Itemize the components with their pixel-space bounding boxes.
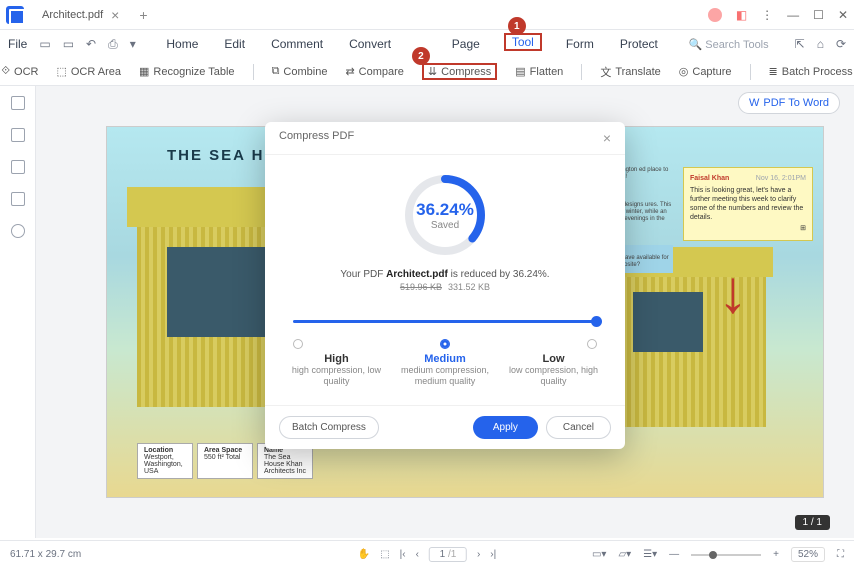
zoom-slider[interactable]	[691, 554, 761, 556]
tool-recognize[interactable]: ▦Recognize Table	[139, 65, 235, 78]
print-icon[interactable]: ⎙	[108, 37, 118, 52]
toolbar: ⟐OCR ⬚OCR Area ▦Recognize Table ⧉Combine…	[0, 58, 854, 86]
layout-mode-icon[interactable]: ☰▾	[643, 549, 657, 560]
menu-home[interactable]: Home	[164, 35, 200, 53]
page-input[interactable]: 1 /1	[429, 547, 467, 562]
bookmark-icon[interactable]	[11, 128, 25, 142]
batch-compress-button[interactable]: Batch Compress	[279, 416, 379, 439]
badge-2: 2	[412, 47, 430, 65]
progress-percent: 36.24%	[416, 200, 474, 220]
document-canvas[interactable]: WPDF To Word THE SEA HOUS off-grid retre…	[36, 86, 854, 538]
menu-edit[interactable]: Edit	[222, 35, 247, 53]
attachment-icon[interactable]	[11, 192, 25, 206]
maximize-icon[interactable]: ☐	[813, 8, 824, 22]
left-sidebar	[0, 86, 36, 538]
hand-tool-icon[interactable]: ✋	[358, 549, 370, 560]
page-dimensions: 61.71 x 29.7 cm	[10, 549, 81, 560]
opt-high[interactable]: Highhigh compression, low quality	[283, 353, 390, 387]
statusbar: 61.71 x 29.7 cm ✋ ⬚ |‹ ‹ 1 /1 › ›| ▭▾ ▱▾…	[0, 540, 854, 568]
select-tool-icon[interactable]: ⬚	[380, 549, 389, 560]
dialog-title: Compress PDF	[279, 130, 354, 146]
first-page-icon[interactable]: |‹	[400, 549, 406, 560]
menu-comment[interactable]: Comment	[269, 35, 325, 53]
cancel-button[interactable]: Cancel	[546, 416, 611, 439]
tool-capture[interactable]: ◎Capture	[679, 65, 732, 78]
undo-icon[interactable]: ↶	[86, 37, 96, 52]
close-tab-icon[interactable]: ×	[111, 7, 119, 23]
tab-filename: Architect.pdf	[42, 9, 103, 21]
tool-compare[interactable]: ⇄Compare	[345, 65, 403, 78]
apply-button[interactable]: Apply	[473, 416, 538, 439]
search-tools[interactable]: 🔍 Search Tools	[688, 38, 768, 51]
comment-panel-icon[interactable]	[11, 160, 25, 174]
menu-tool[interactable]: Tool	[504, 33, 542, 51]
open-icon[interactable]: ▭	[63, 37, 74, 52]
refresh-icon[interactable]: ⟳	[836, 37, 846, 51]
dialog-close-icon[interactable]: ×	[603, 130, 611, 146]
share-icon[interactable]: ⇱	[795, 37, 805, 51]
cloud-icon[interactable]: ⌂	[817, 37, 824, 51]
fullscreen-icon[interactable]: ⛶	[837, 549, 844, 560]
titlebar: Architect.pdf × + ◧ ⋮ — ☐ ✕	[0, 0, 854, 30]
app-icon	[6, 6, 24, 24]
opt-low[interactable]: Lowlow compression, high quality	[500, 353, 607, 387]
file-menu[interactable]: File	[8, 37, 27, 51]
view-mode-icon[interactable]: ▱▾	[618, 549, 631, 560]
last-page-icon[interactable]: ›|	[490, 549, 496, 560]
modal-overlay: Compress PDF × 36.24% Saved Your PDF Arc…	[36, 86, 854, 538]
new-tab-button[interactable]: +	[139, 7, 147, 23]
opt-medium[interactable]: Mediummedium compression, medium quality	[392, 353, 499, 387]
tool-translate[interactable]: 文Translate	[600, 64, 660, 80]
radio-medium[interactable]	[440, 339, 450, 349]
dropdown-icon[interactable]: ▾	[130, 37, 136, 52]
tool-compress[interactable]: ⇊Compress	[422, 63, 497, 80]
prev-page-icon[interactable]: ‹	[416, 549, 419, 560]
more-icon[interactable]: ⋮	[761, 8, 773, 22]
thumbnails-icon[interactable]	[11, 96, 25, 110]
menu-page[interactable]: Page	[450, 35, 482, 53]
progress-ring: 36.24% Saved	[401, 171, 489, 259]
close-window-icon[interactable]: ✕	[838, 8, 848, 22]
zoom-out-icon[interactable]: —	[669, 549, 679, 560]
compress-dialog: Compress PDF × 36.24% Saved Your PDF Arc…	[265, 122, 625, 449]
radio-low[interactable]	[587, 339, 597, 349]
radio-high[interactable]	[293, 339, 303, 349]
tool-flatten[interactable]: ▤Flatten	[515, 65, 563, 78]
tool-combine[interactable]: ⧉Combine	[272, 65, 328, 78]
badge-1: 1	[508, 17, 526, 35]
reduce-summary: Your PDF Architect.pdf is reduced by 36.…	[340, 269, 549, 280]
compression-slider[interactable]	[293, 320, 597, 323]
avatar-icon[interactable]	[708, 8, 722, 22]
tool-ocr-area[interactable]: ⬚OCR Area	[56, 65, 121, 78]
tool-ocr[interactable]: ⟐OCR	[1, 65, 38, 78]
menu-protect[interactable]: Protect	[618, 35, 660, 53]
zoom-value[interactable]: 52%	[791, 547, 825, 562]
progress-saved-label: Saved	[431, 220, 459, 231]
zoom-in-icon[interactable]: +	[773, 549, 779, 560]
size-comparison: 519.96 KB331.52 KB	[400, 282, 490, 292]
notification-icon[interactable]: ◧	[736, 8, 747, 22]
fit-mode-icon[interactable]: ▭▾	[592, 549, 606, 560]
document-tab[interactable]: Architect.pdf ×	[32, 7, 129, 23]
menu-convert[interactable]: Convert	[347, 35, 393, 53]
search-panel-icon[interactable]	[11, 224, 25, 238]
tool-batch[interactable]: ≣Batch Process	[769, 65, 853, 78]
next-page-icon[interactable]: ›	[477, 549, 480, 560]
menu-form[interactable]: Form	[564, 35, 596, 53]
minimize-icon[interactable]: —	[787, 8, 799, 22]
save-icon[interactable]: ▭	[39, 37, 50, 52]
